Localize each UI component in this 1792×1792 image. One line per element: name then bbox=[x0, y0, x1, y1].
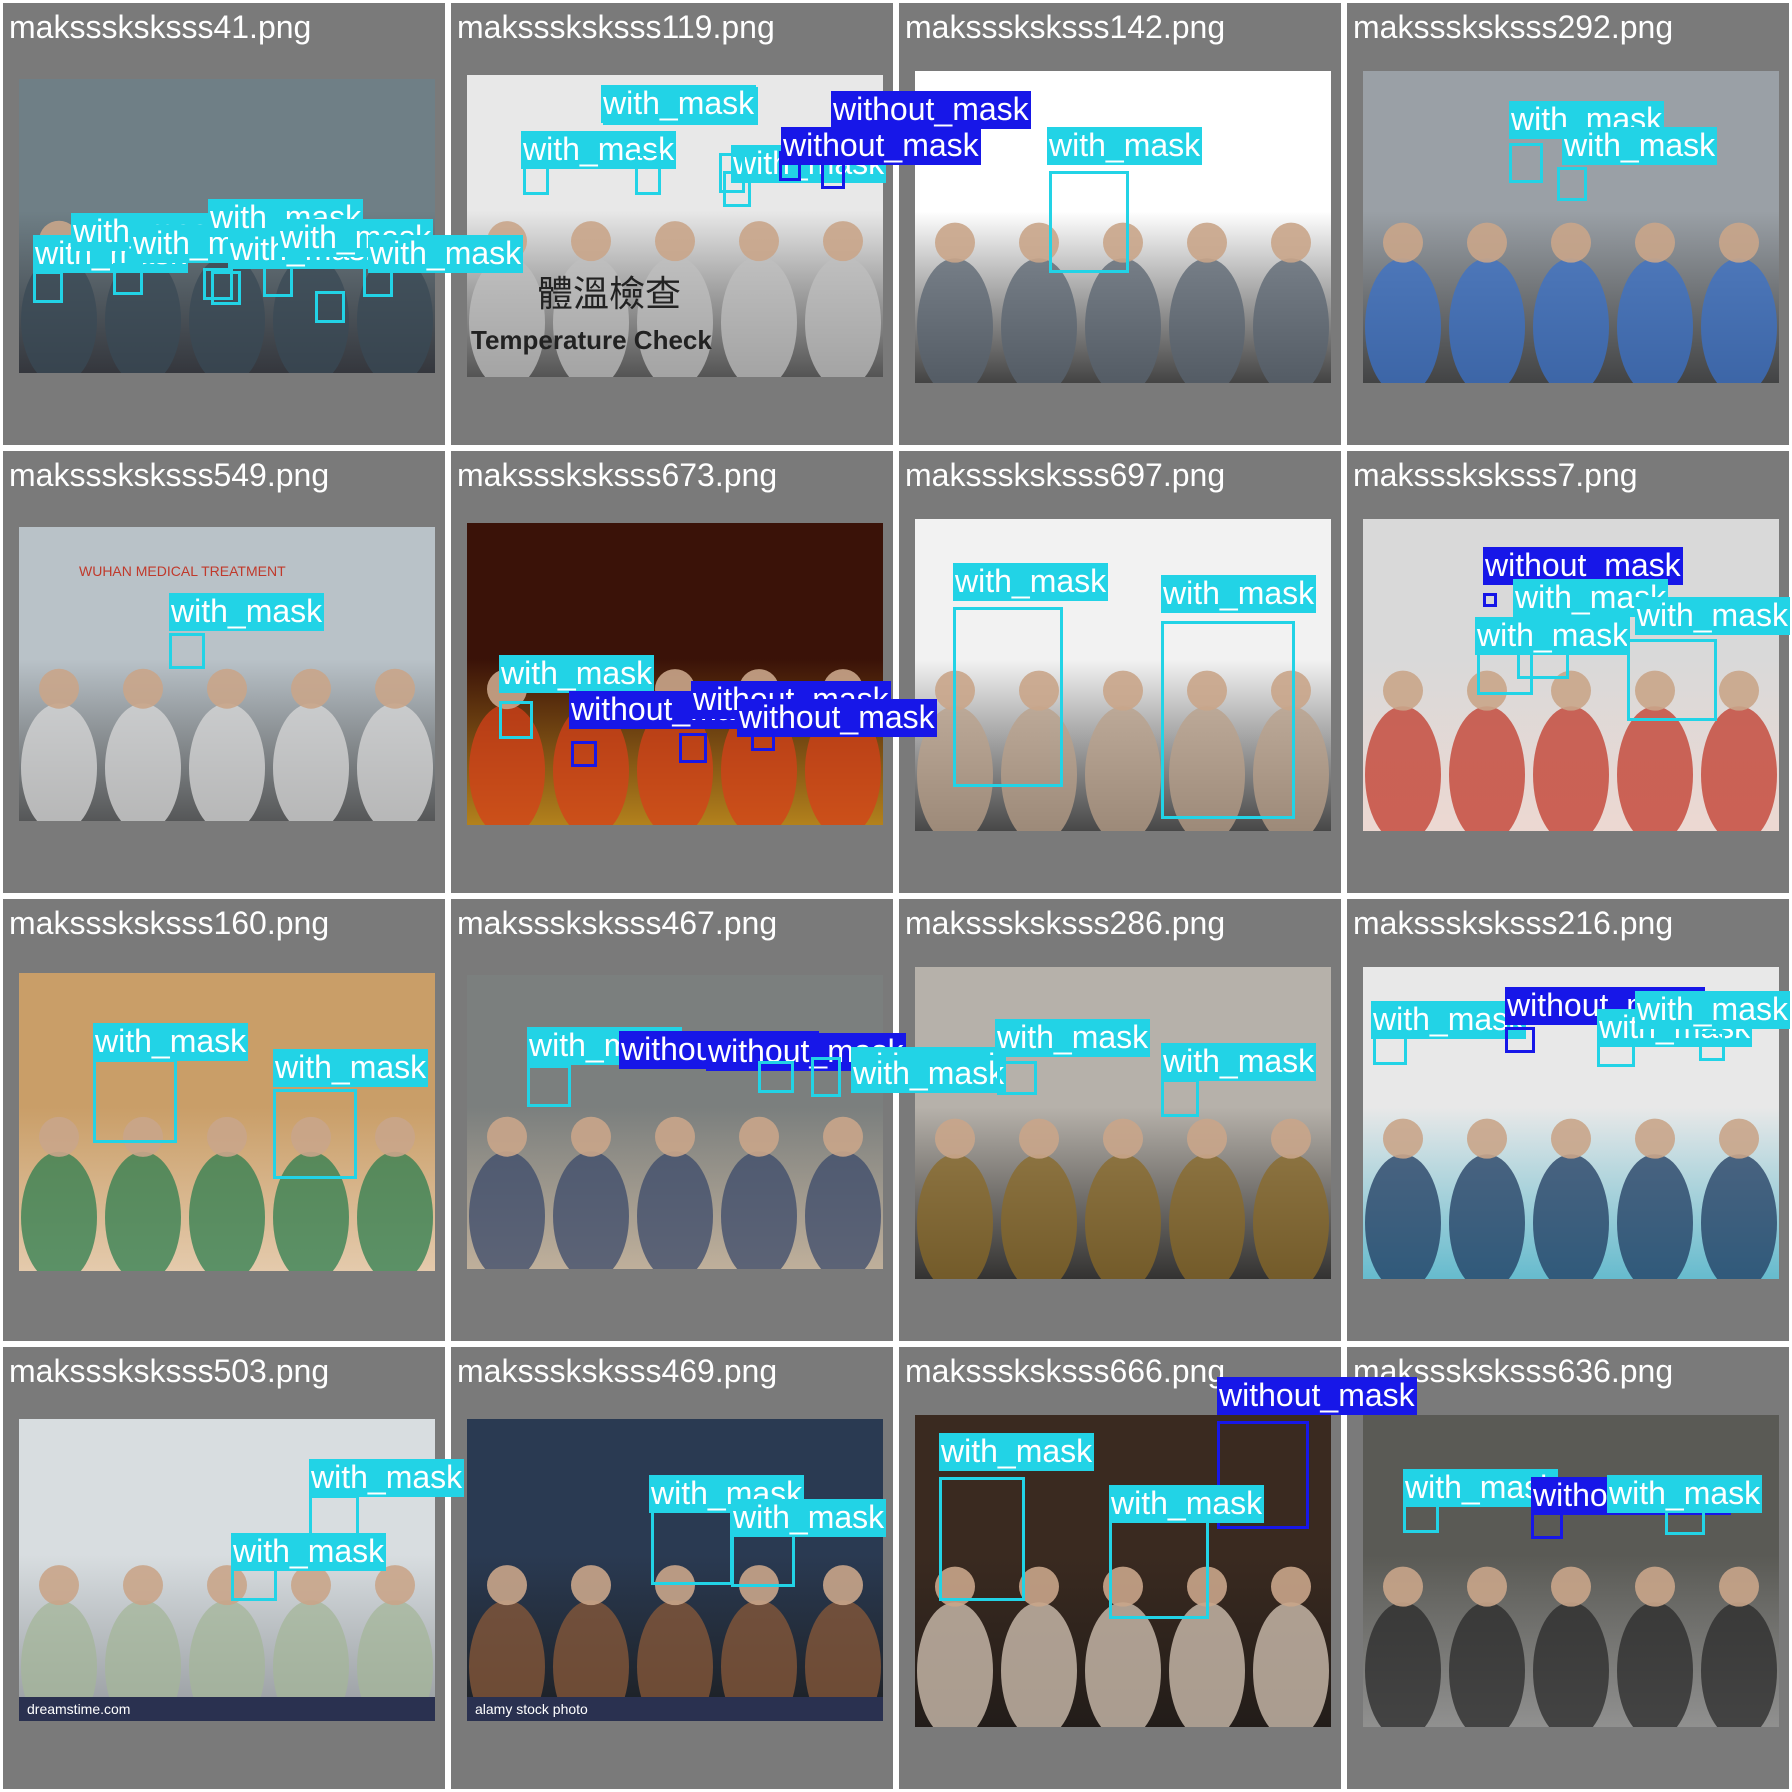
photo: dreamstime.com bbox=[19, 1419, 435, 1721]
image-filename: maksssksksss41.png bbox=[9, 9, 312, 45]
image-filename: maksssksksss7.png bbox=[1353, 457, 1638, 493]
photo bbox=[1363, 519, 1779, 831]
image-filename: maksssksksss549.png bbox=[9, 457, 330, 493]
image-tile: maksssksksss666.png with_mask without_mask… bbox=[899, 1347, 1417, 1789]
image-filename: maksssksksss286.png bbox=[905, 905, 1226, 941]
image-tile: maksssksksss467.png with_mask without_mask… bbox=[451, 899, 1007, 1341]
image-filename: maksssksksss636.png bbox=[1353, 1353, 1674, 1389]
photo-caption-english: Temperature Check bbox=[471, 325, 712, 355]
photo bbox=[19, 79, 435, 373]
photo bbox=[915, 71, 1331, 383]
image-filename: maksssksksss160.png bbox=[9, 905, 330, 941]
image-tile: maksssksksss292.png with_mask with_mask bbox=[1347, 3, 1789, 445]
image-tile: maksssksksss549.png WUHAN MEDICAL TREATME… bbox=[3, 451, 445, 893]
image-tile: maksssksksss142.png with_mask bbox=[899, 3, 1341, 445]
image-tile: maksssksksss469.png alamy stock photo with… bbox=[451, 1347, 893, 1789]
image-filename: maksssksksss142.png bbox=[905, 9, 1226, 45]
image-tile: maksssksksss673.png with_mask without_mask… bbox=[451, 451, 937, 893]
image-filename: maksssksksss216.png bbox=[1353, 905, 1674, 941]
image-filename: maksssksksss673.png bbox=[457, 457, 778, 493]
photo: alamy stock photo bbox=[467, 1419, 883, 1721]
image-filename: maksssksksss697.png bbox=[905, 457, 1226, 493]
photo bbox=[467, 523, 883, 825]
image-tile: maksssksksss41.png with_mask with_mask with… bbox=[3, 3, 524, 445]
photo bbox=[467, 975, 883, 1269]
photo bbox=[1363, 967, 1779, 1279]
photo: 體溫檢查 Temperature Check bbox=[467, 75, 883, 377]
image-tile: maksssksksss119.png 體溫檢查 Temperature Check… bbox=[451, 3, 1031, 445]
image-tile: maksssksksss636.png with_mask without_mask… bbox=[1347, 1347, 1789, 1789]
building-sign: WUHAN MEDICAL TREATMENT bbox=[79, 563, 286, 579]
photo-caption-chinese: 體溫檢查 bbox=[537, 274, 682, 315]
photo bbox=[915, 519, 1331, 831]
image-tile: maksssksksss697.png with_mask with_mask bbox=[899, 451, 1341, 893]
image-filename: maksssksksss469.png bbox=[457, 1353, 778, 1389]
image-filename: maksssksksss292.png bbox=[1353, 9, 1674, 45]
image-tile: maksssksksss7.png without_mask with_mask wi… bbox=[1347, 451, 1790, 893]
detection-grid: maksssksksss41.png with_mask with_mask with… bbox=[0, 0, 1792, 1792]
watermark-footer: dreamstime.com bbox=[19, 1697, 435, 1721]
photo bbox=[19, 973, 435, 1271]
image-filename: maksssksksss666.png bbox=[905, 1353, 1226, 1389]
photo bbox=[915, 1415, 1331, 1727]
photo bbox=[1363, 71, 1779, 383]
image-filename: maksssksksss119.png bbox=[457, 9, 775, 45]
image-tile: maksssksksss160.png with_mask with_mask bbox=[3, 899, 445, 1341]
image-filename: maksssksksss503.png bbox=[9, 1353, 330, 1389]
watermark-footer: alamy stock photo bbox=[467, 1697, 883, 1721]
image-tile: maksssksksss216.png with_mask without_mask… bbox=[1347, 899, 1790, 1341]
photo: WUHAN MEDICAL TREATMENT bbox=[19, 527, 435, 821]
photo bbox=[915, 967, 1331, 1279]
image-tile: maksssksksss286.png with_mask with_mask bbox=[899, 899, 1341, 1341]
image-tile: maksssksksss503.png dreamstime.com with_ma… bbox=[3, 1347, 465, 1789]
photo bbox=[1363, 1415, 1779, 1727]
image-filename: maksssksksss467.png bbox=[457, 905, 778, 941]
